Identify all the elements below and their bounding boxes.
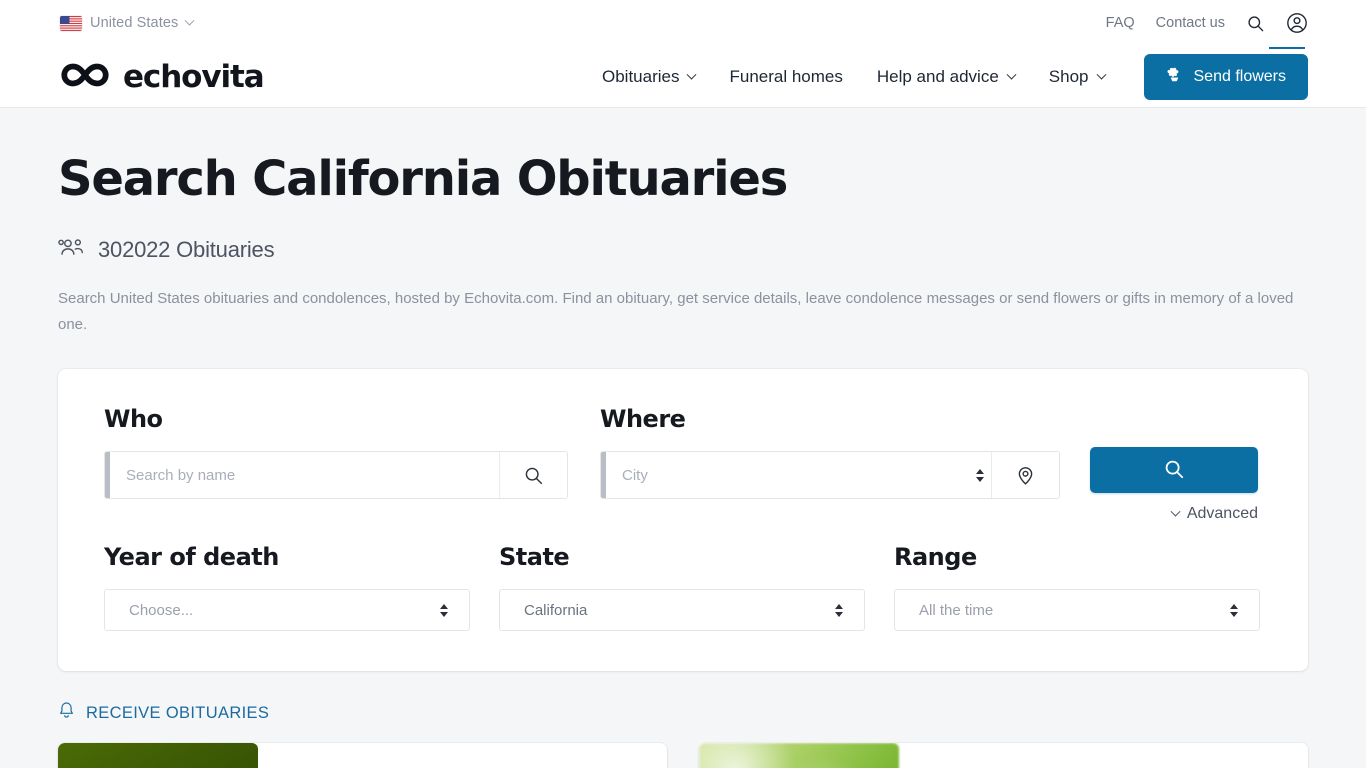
nav-label: Help and advice bbox=[876, 67, 999, 86]
where-input-group: City bbox=[600, 451, 1060, 500]
main-navigation: echovita Obituaries Funeral homes Help a… bbox=[58, 46, 1308, 108]
nav-item-obituaries[interactable]: Obituaries bbox=[585, 59, 712, 95]
use-my-location-button[interactable] bbox=[991, 452, 1059, 499]
year-of-death-select[interactable]: Choose... bbox=[105, 601, 433, 619]
send-flowers-button[interactable]: Send flowers bbox=[1143, 54, 1308, 100]
select-stepper-icon bbox=[828, 603, 850, 617]
bouquet-icon bbox=[1166, 66, 1183, 88]
send-flowers-label: Send flowers bbox=[1193, 68, 1287, 85]
obituary-card[interactable]: Hommage Floral Hall bbox=[699, 743, 1308, 768]
country-label: United States bbox=[90, 15, 179, 31]
advanced-label: Advanced bbox=[1186, 505, 1258, 523]
receive-obituaries-link[interactable]: RECEIVE OBITUARIES bbox=[58, 701, 1308, 725]
where-field-group: Where City bbox=[600, 405, 1060, 500]
chevron-down-icon bbox=[184, 15, 195, 26]
year-of-death-field: Year of death Choose... bbox=[104, 543, 470, 632]
submit-area: Advanced bbox=[1090, 405, 1258, 523]
range-select-wrap: All the time bbox=[894, 589, 1260, 632]
obituary-thumbnail bbox=[699, 743, 899, 768]
obituary-thumbnail bbox=[58, 743, 258, 768]
people-group-icon bbox=[58, 237, 85, 264]
chevron-down-icon bbox=[1006, 69, 1017, 80]
nav-label: Obituaries bbox=[602, 67, 680, 86]
site-header: United States FAQ Contact us echovita Ob… bbox=[0, 0, 1366, 108]
receive-obituaries-label: RECEIVE OBITUARIES bbox=[86, 703, 270, 722]
search-icon bbox=[1163, 458, 1185, 483]
year-of-death-select-wrap: Choose... bbox=[104, 589, 470, 632]
nav-item-help-and-advice[interactable]: Help and advice bbox=[860, 59, 1032, 95]
select-stepper-icon bbox=[433, 603, 455, 617]
chevron-down-icon bbox=[687, 69, 697, 80]
nav-label: Shop bbox=[1048, 67, 1089, 86]
who-input-group bbox=[104, 451, 568, 500]
search-icon[interactable] bbox=[1246, 14, 1265, 33]
search-submit-button[interactable] bbox=[1090, 447, 1258, 494]
nav-label: Funeral homes bbox=[729, 67, 843, 86]
who-label: Who bbox=[104, 405, 163, 434]
main-content: Search California Obituaries 302022 Obit… bbox=[58, 108, 1308, 768]
obituary-card-list: Frances Marie Gandy Hommage Floral Hall bbox=[58, 743, 1308, 768]
year-of-death-label: Year of death bbox=[104, 543, 279, 572]
contact-us-link[interactable]: Contact us bbox=[1156, 15, 1225, 31]
where-label: Where bbox=[600, 405, 686, 434]
obituary-count-text: 302022 Obituaries bbox=[98, 237, 275, 263]
page-description: Search United States obituaries and cond… bbox=[58, 289, 1294, 333]
state-select[interactable]: California bbox=[500, 601, 828, 619]
state-select-wrap: California bbox=[499, 589, 865, 632]
select-stepper-icon bbox=[1223, 603, 1245, 617]
search-form-card: Who Where City bbox=[58, 369, 1308, 672]
utility-bar: United States FAQ Contact us bbox=[58, 0, 1308, 49]
who-search-button[interactable] bbox=[499, 452, 567, 499]
range-field: Range All the time bbox=[894, 543, 1260, 632]
chevron-down-icon bbox=[1170, 506, 1181, 517]
bell-icon bbox=[58, 701, 75, 725]
page-title: Search California Obituaries bbox=[58, 151, 788, 207]
obituary-count: 302022 Obituaries bbox=[58, 237, 1308, 264]
city-select[interactable]: City bbox=[606, 452, 969, 499]
who-field-group: Who bbox=[104, 405, 568, 500]
us-flag-icon bbox=[60, 15, 82, 31]
nav-item-shop[interactable]: Shop bbox=[1032, 59, 1122, 95]
select-stepper-icon bbox=[969, 452, 991, 498]
brand-name: echovita bbox=[123, 59, 265, 95]
range-label: Range bbox=[894, 543, 977, 572]
search-by-name-input[interactable] bbox=[110, 452, 499, 499]
account-circle-icon[interactable] bbox=[1286, 12, 1308, 34]
echovita-logo[interactable]: echovita bbox=[58, 59, 265, 95]
nav-item-funeral-homes[interactable]: Funeral homes bbox=[712, 59, 859, 95]
faq-link[interactable]: FAQ bbox=[1106, 15, 1135, 31]
country-selector[interactable]: United States bbox=[58, 15, 195, 31]
infinity-logo-icon bbox=[58, 60, 112, 95]
chevron-down-icon bbox=[1096, 69, 1106, 80]
range-select[interactable]: All the time bbox=[895, 601, 1223, 619]
obituary-card[interactable]: Frances Marie Gandy bbox=[58, 743, 667, 768]
state-label: State bbox=[499, 543, 570, 572]
state-field: State California bbox=[499, 543, 865, 632]
advanced-toggle[interactable]: Advanced bbox=[1090, 505, 1258, 523]
